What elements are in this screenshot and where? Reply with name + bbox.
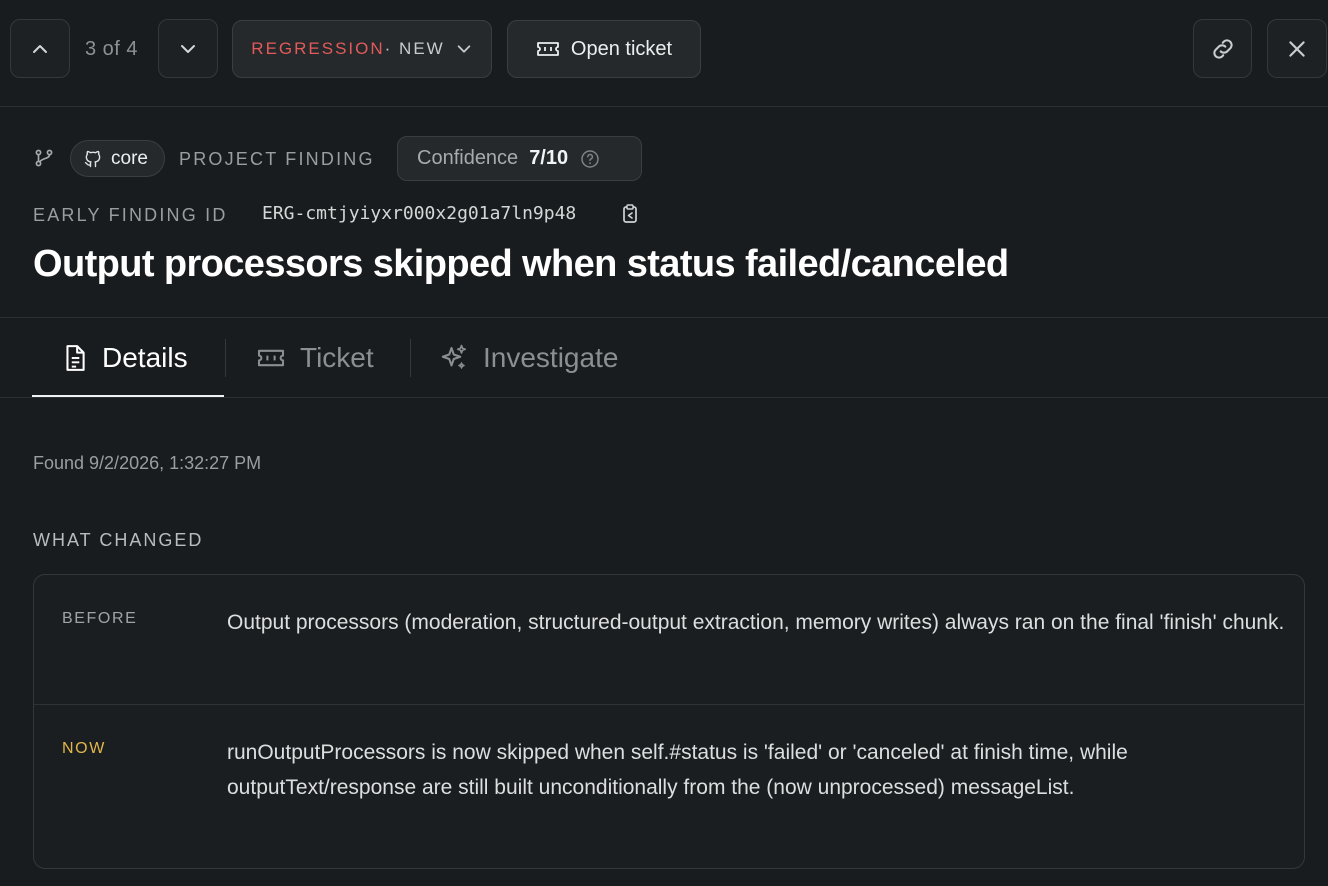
git-branch-icon <box>33 147 55 169</box>
tab-separator <box>225 339 226 377</box>
ticket-icon <box>536 39 560 59</box>
open-ticket-label: Open ticket <box>570 37 673 60</box>
link-icon <box>1209 35 1237 63</box>
row-divider <box>34 704 1304 705</box>
status-kind: REGRESSION <box>251 39 385 58</box>
close-icon <box>1286 38 1308 60</box>
chevron-down-icon <box>455 40 473 58</box>
confidence-label: Confidence <box>417 147 519 169</box>
help-icon[interactable] <box>580 149 600 169</box>
early-finding-id: ERG-cmtjyiyxr000x2g01a7ln9p48 <box>262 203 577 224</box>
tab-investigate[interactable]: Investigate <box>439 338 618 378</box>
status-state: · NEW <box>384 39 445 58</box>
copy-icon[interactable] <box>620 203 640 225</box>
page-title: Output processors skipped when status fa… <box>33 243 1009 285</box>
tabs-divider <box>0 397 1328 398</box>
tab-details[interactable]: Details <box>62 338 188 378</box>
what-changed-heading: WHAT CHANGED <box>33 530 204 550</box>
confidence-value: 7/10 <box>529 147 569 169</box>
now-label: NOW <box>62 740 106 757</box>
github-icon <box>83 149 103 169</box>
finding-counter: 3 of 4 <box>85 38 139 60</box>
repo-chip[interactable]: core <box>70 140 165 177</box>
tab-ticket-label: Ticket <box>300 342 374 373</box>
repo-name: core <box>111 147 148 169</box>
tab-ticket[interactable]: Ticket <box>256 338 374 378</box>
before-label: BEFORE <box>62 610 138 627</box>
title-divider <box>0 317 1328 318</box>
previous-finding-button[interactable] <box>10 19 70 78</box>
ticket-icon <box>256 346 286 370</box>
header-divider <box>0 106 1328 107</box>
tab-separator <box>410 339 411 377</box>
now-text: runOutputProcessors is now skipped when … <box>227 741 1128 799</box>
early-finding-id-label: EARLY FINDING ID <box>33 205 228 225</box>
tab-investigate-label: Investigate <box>483 342 619 373</box>
finding-scope: PROJECT FINDING <box>179 149 375 169</box>
before-text: Output processors (moderation, structure… <box>227 611 1285 634</box>
document-icon <box>62 344 88 372</box>
copy-link-button[interactable] <box>1193 19 1252 78</box>
confidence-badge: Confidence 7/10 <box>397 136 642 181</box>
status-dropdown[interactable]: REGRESSION · NEW <box>232 20 492 78</box>
found-timestamp: Found 9/2/2026, 1:32:27 PM <box>33 453 262 473</box>
open-ticket-button[interactable]: Open ticket <box>507 20 701 78</box>
close-button[interactable] <box>1267 19 1327 78</box>
chevron-up-icon <box>30 39 50 59</box>
chevron-down-icon <box>178 39 198 59</box>
tab-details-label: Details <box>102 342 188 373</box>
next-finding-button[interactable] <box>158 19 218 78</box>
change-comparison: BEFORE Output processors (moderation, st… <box>33 574 1305 869</box>
sparkles-icon <box>439 343 469 373</box>
